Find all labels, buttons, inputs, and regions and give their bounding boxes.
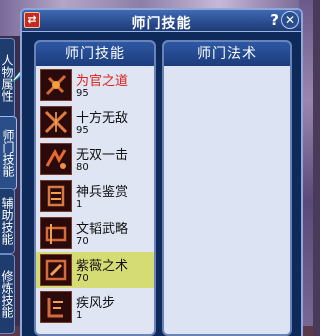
close-button[interactable]: ✕ [281, 11, 299, 29]
skill-name: 十方无敌 [76, 111, 129, 126]
skill-row[interactable]: 神兵鉴赏 1 [36, 178, 154, 214]
skill-level: 80 [76, 162, 89, 173]
skill-level: 95 [76, 88, 89, 99]
skill-row[interactable]: 为官之道 95 [36, 67, 154, 103]
skill-name: 无双一击 [76, 148, 129, 163]
spells-panel: 师门法术 [162, 40, 292, 336]
ziwei-art-icon[interactable] [40, 254, 72, 286]
skill-row[interactable]: 紫薇之术 70 [36, 252, 154, 288]
skill-list: 为官之道 95 十方无敌 95 无双一击 80 神兵鉴赏 1 文韬武略 70 紫薇之术 70 疾风步 1 [36, 66, 154, 325]
strategy-icon[interactable] [40, 217, 72, 249]
skill-name: 文韬武略 [76, 222, 129, 237]
shimen-skills-window: ⇄ 师门技能 ? ✕ 师门技能 为官之道 95 十方无敌 95 无双一击 80 神兵鉴赏 1 文… [20, 8, 303, 336]
skill-level: 1 [76, 310, 83, 321]
tab-cultivation-label: 修炼技能 [0, 270, 14, 318]
tab-assist-skills[interactable]: 辅助技能 [0, 188, 15, 254]
skill-name: 神兵鉴赏 [76, 185, 129, 200]
title-bar[interactable]: ⇄ 师门技能 ? ✕ [22, 10, 301, 32]
skills-panel: 师门技能 为官之道 95 十方无敌 95 无双一击 80 神兵鉴赏 1 文韬武略 70 紫薇之术 70… [34, 40, 156, 336]
skill-name: 紫薇之术 [76, 259, 129, 274]
skills-panel-header: 师门技能 [36, 42, 154, 66]
skill-name: 为官之道 [76, 74, 129, 89]
window-title: 师门技能 [131, 16, 192, 32]
skill-level: 70 [76, 236, 89, 247]
skill-row[interactable]: 疾风步 1 [36, 289, 154, 325]
tab-shimen-label: 师门技能 [1, 129, 15, 177]
skill-name: 疾风步 [76, 296, 116, 311]
official-way-icon[interactable] [40, 69, 72, 101]
skill-level: 70 [76, 273, 89, 284]
swift-step-icon[interactable] [40, 291, 72, 323]
spells-panel-header: 师门法术 [164, 42, 290, 66]
skill-row[interactable]: 十方无敌 95 [36, 104, 154, 140]
strike-icon[interactable] [40, 143, 72, 175]
skill-level: 95 [76, 125, 89, 136]
skill-level: 1 [76, 199, 83, 210]
skill-row[interactable]: 文韬武略 70 [36, 215, 154, 251]
help-button[interactable]: ? [270, 11, 279, 29]
skill-row[interactable]: 无双一击 80 [36, 141, 154, 177]
tab-assist-label: 辅助技能 [0, 197, 14, 245]
tab-shimen-skills[interactable]: 师门技能 [0, 116, 17, 190]
tab-cultivation-skills[interactable]: 修炼技能 [0, 254, 15, 334]
crossed-blades-icon[interactable] [40, 106, 72, 138]
weapon-appraisal-icon[interactable] [40, 180, 72, 212]
